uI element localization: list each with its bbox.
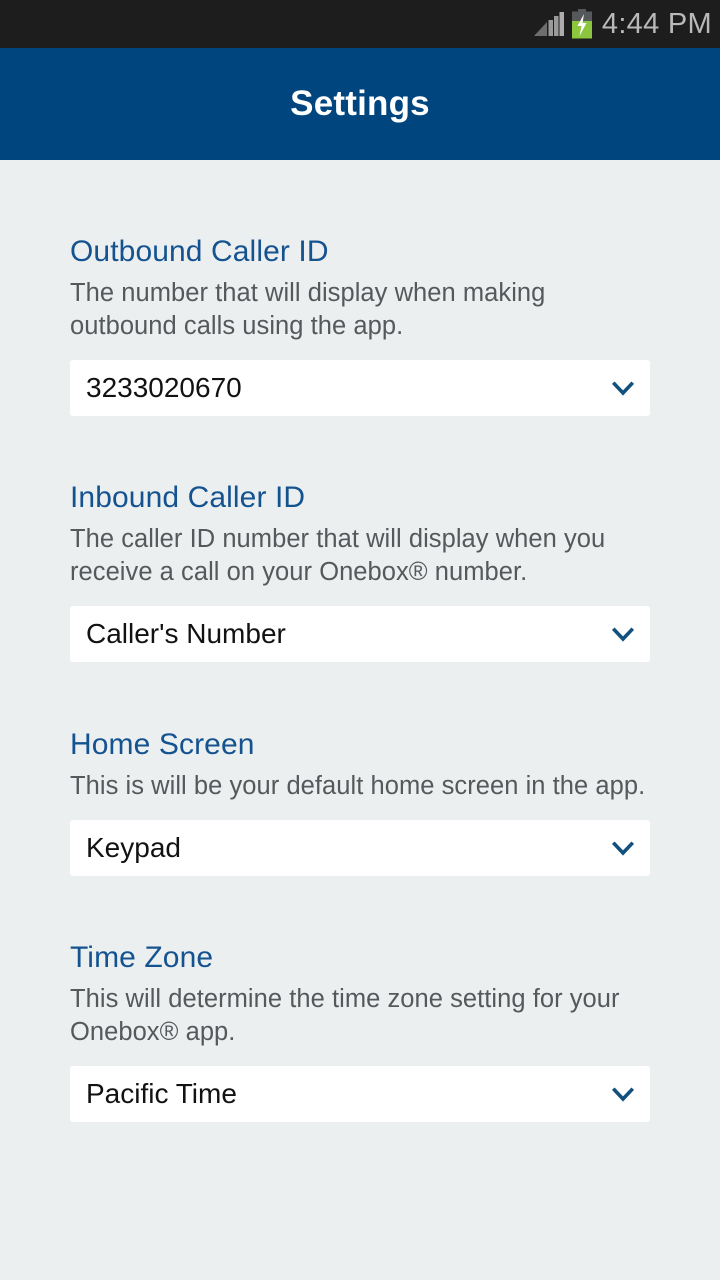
- setting-description-outbound-caller-id: The number that will display when making…: [70, 279, 546, 340]
- setting-description-home-screen: This is will be your default home screen…: [70, 772, 646, 800]
- settings-list: Outbound Caller ID The number that will …: [0, 160, 720, 1280]
- setting-title-outbound-caller-id: Outbound Caller ID: [70, 235, 329, 268]
- setting-description-inbound-caller-id: The caller ID number that will display w…: [70, 525, 606, 586]
- settings-screen: 4:44 PM Settings Outbound Caller ID The …: [0, 0, 720, 1280]
- dropdown-value-outbound-caller-id: 3233020670: [86, 372, 242, 403]
- app-bar: Settings: [0, 48, 720, 160]
- setting-group-outbound-caller-id: Outbound Caller ID The number that will …: [70, 160, 650, 416]
- battery-charging-icon: [571, 9, 592, 39]
- dropdown-value-time-zone: Pacific Time: [86, 1078, 237, 1109]
- chevron-down-icon[interactable]: [610, 375, 636, 401]
- dropdown-home-screen[interactable]: Keypad: [70, 820, 650, 876]
- chevron-down-icon[interactable]: [610, 1081, 636, 1107]
- status-bar-clock: 4:44 PM: [601, 8, 712, 40]
- setting-title-time-zone: Time Zone: [70, 941, 214, 974]
- status-bar-right-cluster: 4:44 PM: [533, 8, 712, 40]
- setting-group-home-screen: Home Screen This is will be your default…: [70, 662, 650, 876]
- dropdown-value-inbound-caller-id: Caller's Number: [86, 618, 286, 649]
- setting-title-home-screen: Home Screen: [70, 728, 255, 761]
- setting-title-inbound-caller-id: Inbound Caller ID: [70, 481, 306, 514]
- page-title: Settings: [290, 84, 430, 123]
- setting-description-time-zone: This will determine the time zone settin…: [70, 985, 620, 1046]
- dropdown-outbound-caller-id[interactable]: 3233020670: [70, 360, 650, 416]
- setting-group-time-zone: Time Zone This will determine the time z…: [70, 876, 650, 1122]
- chevron-down-icon[interactable]: [610, 621, 636, 647]
- dropdown-inbound-caller-id[interactable]: Caller's Number: [70, 606, 650, 662]
- chevron-down-icon[interactable]: [610, 835, 636, 861]
- setting-group-inbound-caller-id: Inbound Caller ID The caller ID number t…: [70, 416, 650, 662]
- dropdown-time-zone[interactable]: Pacific Time: [70, 1066, 650, 1122]
- dropdown-value-home-screen: Keypad: [86, 832, 181, 863]
- signal-bars-icon: [533, 12, 564, 36]
- status-bar: 4:44 PM: [0, 0, 720, 48]
